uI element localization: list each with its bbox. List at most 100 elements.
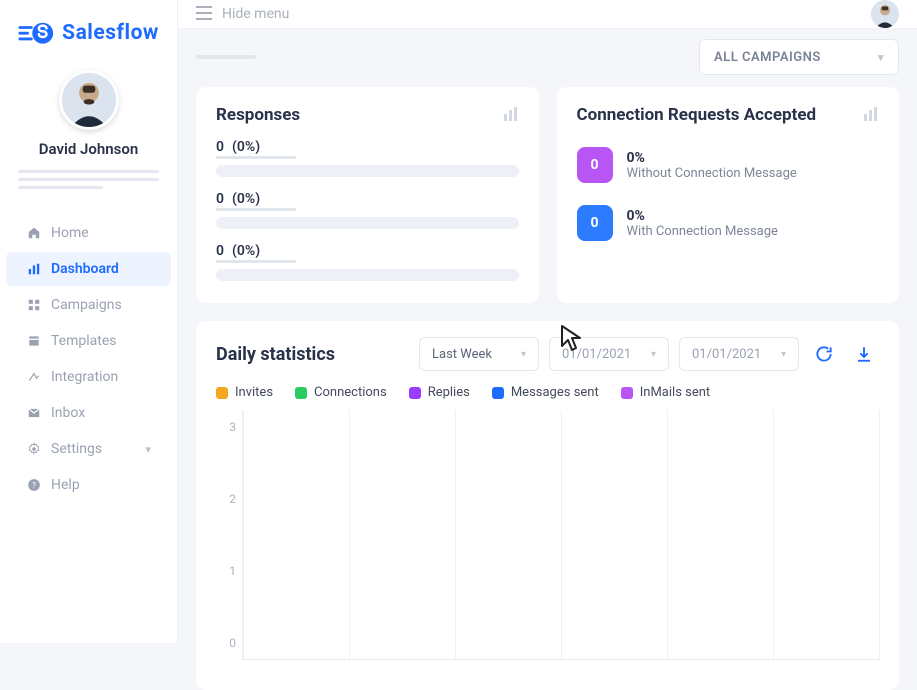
profile-placeholder-lines	[18, 170, 159, 189]
integration-icon	[26, 370, 41, 385]
legend-item-inmails: InMails sent	[621, 385, 710, 400]
card-title: Responses	[216, 105, 300, 125]
nav-inbox[interactable]: Inbox	[6, 396, 171, 430]
campaign-filter-label: ALL CAMPAIGNS	[714, 50, 821, 65]
response-pct: (0%)	[232, 139, 260, 155]
user-name: David Johnson	[0, 140, 177, 158]
legend-item-connections: Connections	[295, 385, 387, 400]
connection-row-with: 0 0% With Connection Message	[577, 205, 880, 241]
gear-icon	[26, 442, 41, 457]
date-from-value: 01/01/2021	[562, 347, 631, 362]
topbar: Hide menu	[178, 0, 917, 29]
response-row: 0 (0%)	[216, 139, 519, 177]
chart-area: 3 2 1 0	[216, 410, 879, 660]
metric-badge: 0	[577, 147, 613, 183]
range-select-value: Last Week	[432, 347, 492, 362]
card-title: Daily statistics	[216, 344, 335, 365]
legend-label: InMails sent	[640, 385, 710, 400]
nav-dashboard[interactable]: Dashboard	[6, 252, 171, 286]
under-topbar: ALL CAMPAIGNS ▾	[178, 29, 917, 81]
swatch-icon	[621, 387, 633, 399]
chevron-down-icon: ▾	[878, 51, 884, 64]
daily-statistics-card: Daily statistics Last Week ▾ 01/01/2021 …	[196, 321, 899, 690]
nav-label: Campaigns	[51, 297, 122, 313]
progress-bar	[216, 217, 519, 229]
help-icon: ?	[26, 478, 41, 493]
date-to-select[interactable]: 01/01/2021 ▾	[679, 337, 799, 371]
nav-campaigns[interactable]: Campaigns	[6, 288, 171, 322]
nav-label: Inbox	[51, 405, 85, 421]
nav-help[interactable]: ? Help	[6, 468, 171, 502]
nav-settings[interactable]: Settings ▾	[6, 432, 171, 466]
campaign-filter-select[interactable]: ALL CAMPAIGNS ▾	[699, 39, 899, 75]
metric-pct: 0%	[627, 208, 778, 224]
response-row: 0 (0%)	[216, 243, 519, 281]
chart-icon[interactable]	[503, 106, 519, 125]
placeholder-line	[196, 55, 256, 59]
nav-templates[interactable]: Templates	[6, 324, 171, 358]
hamburger-icon[interactable]	[196, 5, 212, 24]
legend-item-replies: Replies	[409, 385, 470, 400]
refresh-button[interactable]	[809, 339, 839, 369]
metric-pct: 0%	[627, 150, 797, 166]
date-to-value: 01/01/2021	[692, 347, 761, 362]
nav-label: Help	[51, 477, 80, 493]
progress-bar	[216, 269, 519, 281]
user-avatar[interactable]	[59, 70, 119, 130]
chevron-down-icon: ▾	[145, 443, 151, 456]
legend-label: Replies	[428, 385, 470, 400]
y-tick: 1	[229, 564, 236, 578]
connection-requests-card: Connection Requests Accepted 0 0% Withou…	[557, 87, 900, 303]
y-tick: 2	[229, 492, 236, 506]
chevron-down-icon: ▾	[781, 349, 786, 360]
inbox-icon	[26, 406, 41, 421]
chart-plot	[242, 410, 879, 660]
range-select[interactable]: Last Week ▾	[419, 337, 539, 371]
swatch-icon	[295, 387, 307, 399]
nav-label: Templates	[51, 333, 117, 349]
nav-label: Integration	[51, 369, 118, 385]
swatch-icon	[409, 387, 421, 399]
chart-icon[interactable]	[863, 106, 879, 125]
dashboard-icon	[26, 262, 41, 277]
home-icon	[26, 226, 41, 241]
brand-logo: Salesflow	[0, 0, 177, 56]
metric-badge: 0	[577, 205, 613, 241]
chart-legend: Invites Connections Replies Messages sen…	[216, 385, 879, 400]
download-button[interactable]	[849, 339, 879, 369]
response-row: 0 (0%)	[216, 191, 519, 229]
nav: Home Dashboard Campaigns Templates Integ…	[0, 215, 177, 503]
legend-label: Invites	[235, 385, 273, 400]
chart-y-axis: 3 2 1 0	[216, 410, 242, 660]
templates-icon	[26, 334, 41, 349]
response-count: 0	[216, 191, 224, 207]
sidebar: Salesflow David Johnson Home Dashboard C…	[0, 0, 178, 643]
nav-integration[interactable]: Integration	[6, 360, 171, 394]
swatch-icon	[216, 387, 228, 399]
connection-row-without: 0 0% Without Connection Message	[577, 147, 880, 183]
date-from-select[interactable]: 01/01/2021 ▾	[549, 337, 669, 371]
swatch-icon	[492, 387, 504, 399]
response-count: 0	[216, 139, 224, 155]
chevron-down-icon: ▾	[521, 349, 526, 360]
hide-menu-toggle[interactable]: Hide menu	[222, 6, 289, 22]
metric-desc: Without Connection Message	[627, 166, 797, 181]
top-user-avatar[interactable]	[871, 0, 899, 28]
progress-bar	[216, 165, 519, 177]
nav-label: Dashboard	[51, 261, 119, 277]
legend-label: Connections	[314, 385, 387, 400]
profile: David Johnson	[0, 56, 177, 215]
main: Hide menu ALL CAMPAIGNS ▾ Responses 0 (0…	[178, 0, 917, 643]
response-pct: (0%)	[232, 191, 260, 207]
response-count: 0	[216, 243, 224, 259]
svg-text:?: ?	[32, 480, 36, 490]
chevron-down-icon: ▾	[651, 349, 656, 360]
nav-home[interactable]: Home	[6, 216, 171, 250]
nav-label: Settings	[51, 441, 102, 457]
response-pct: (0%)	[232, 243, 260, 259]
card-title: Connection Requests Accepted	[577, 105, 817, 125]
metric-desc: With Connection Message	[627, 224, 778, 239]
y-tick: 0	[229, 636, 236, 650]
campaigns-icon	[26, 298, 41, 313]
legend-item-invites: Invites	[216, 385, 273, 400]
